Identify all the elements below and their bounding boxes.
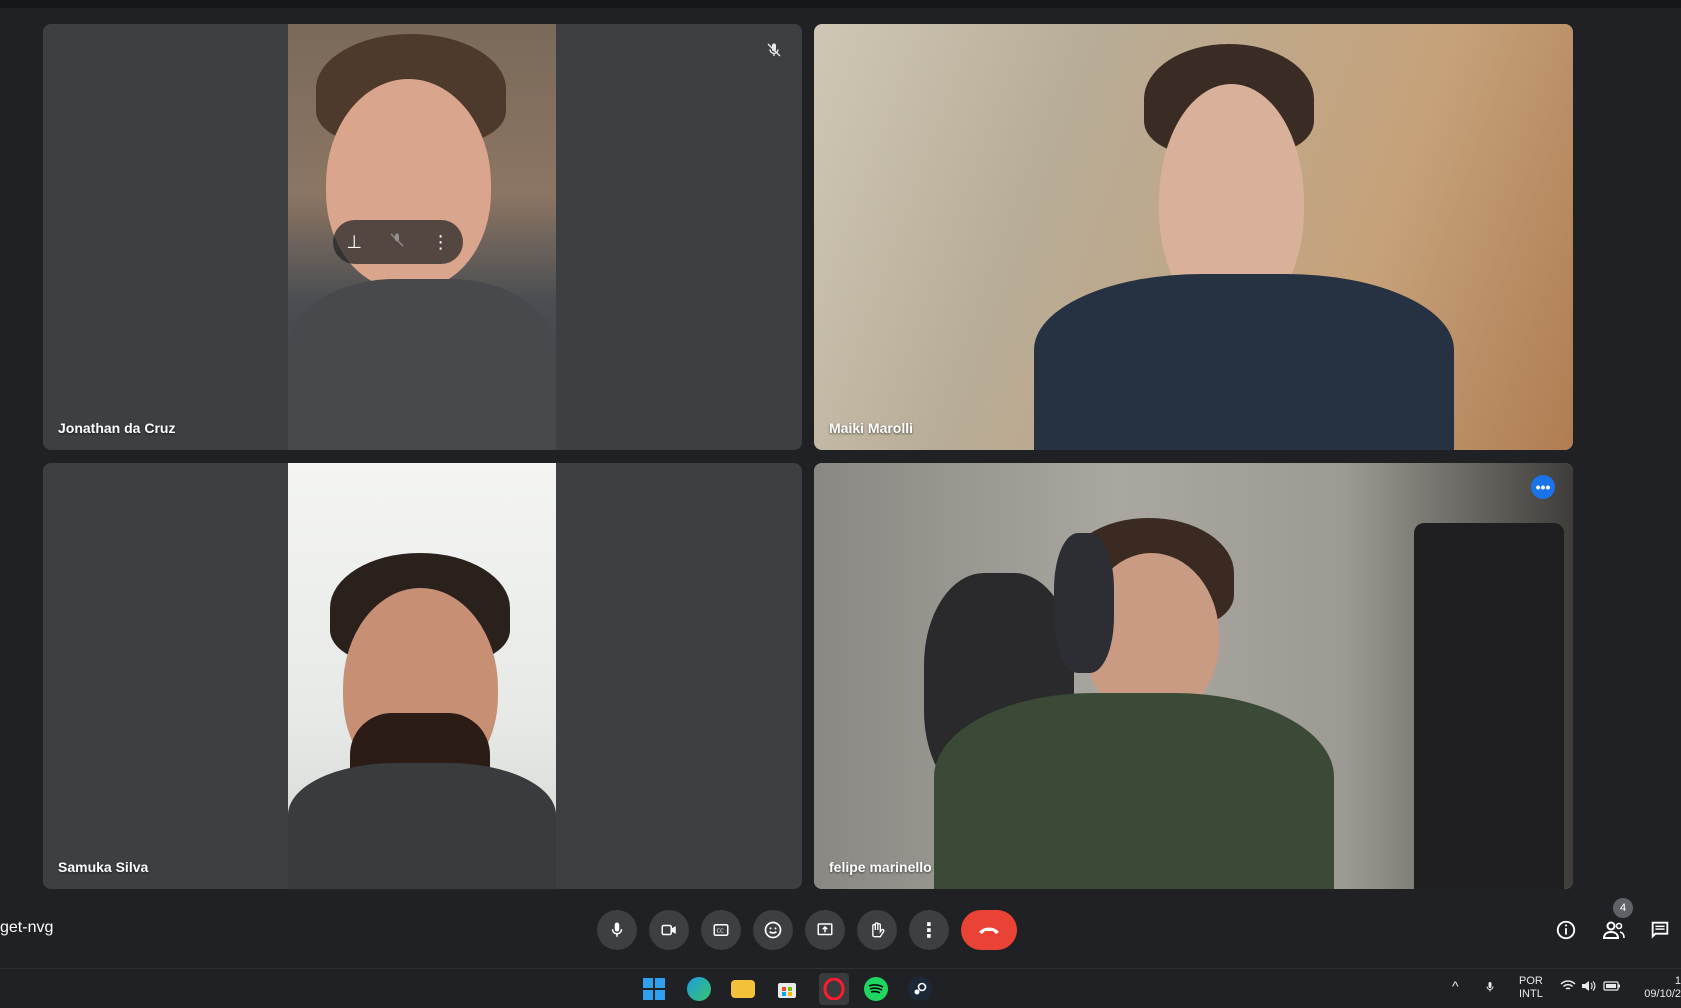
tile-more-options-icon[interactable]: ••• bbox=[1531, 475, 1555, 499]
participant-name: felipe marinello bbox=[829, 859, 932, 875]
chat-button[interactable] bbox=[1642, 910, 1678, 950]
keyboard-language[interactable]: POR INTL bbox=[1519, 975, 1543, 1001]
opera-browser-icon[interactable] bbox=[819, 973, 849, 1005]
participant-shirt bbox=[288, 279, 556, 450]
video-feed bbox=[288, 463, 556, 889]
more-options-button[interactable]: ⋮ bbox=[909, 910, 949, 950]
pin-icon[interactable]: ⊥ bbox=[346, 232, 362, 253]
store-icon[interactable] bbox=[775, 977, 799, 1001]
info-icon bbox=[1556, 920, 1576, 940]
tray-mic-icon[interactable] bbox=[1484, 979, 1496, 999]
participant-tile-felipe[interactable]: ••• felipe marinello bbox=[814, 463, 1573, 889]
raise-hand-icon bbox=[872, 922, 885, 938]
present-button[interactable] bbox=[805, 910, 845, 950]
edge-browser-icon[interactable] bbox=[687, 977, 711, 1001]
svg-text:CC: CC bbox=[717, 928, 725, 934]
participant-name: Maiki Marolli bbox=[829, 420, 914, 436]
tray-chevron-icon[interactable]: ^ bbox=[1452, 979, 1459, 993]
meeting-controls-bar: get-nvg CC ⋮ 4 bbox=[0, 898, 1681, 962]
people-icon bbox=[1602, 921, 1625, 939]
more-options-icon: ⋮ bbox=[919, 919, 939, 942]
participant-tile-jonathan[interactable]: ⊥ ⋮ Jonathan da Cruz bbox=[43, 24, 802, 450]
captions-button[interactable]: CC bbox=[701, 910, 741, 950]
mic-button[interactable] bbox=[597, 910, 637, 950]
mic-icon bbox=[611, 922, 623, 937]
window-top-strip bbox=[0, 0, 1681, 8]
people-count-badge: 4 bbox=[1613, 898, 1633, 918]
tile-hover-toolbar: ⊥ ⋮ bbox=[333, 220, 463, 264]
muted-mic-icon bbox=[762, 38, 786, 62]
keyboard-layout: INTL bbox=[1519, 988, 1543, 1000]
clock[interactable]: 1 09/10/2 bbox=[1640, 975, 1681, 1001]
participant-tile-samuka[interactable]: Samuka Silva bbox=[43, 463, 802, 889]
video-feed bbox=[814, 24, 1573, 450]
clock-time: 1 bbox=[1674, 975, 1681, 987]
os-taskbar: ^ POR INTL 1 09/10/2 bbox=[0, 968, 1681, 1008]
language-code: POR bbox=[1519, 975, 1543, 987]
present-screen-icon bbox=[817, 923, 833, 936]
windows-start-icon[interactable] bbox=[642, 977, 666, 1001]
video-feed bbox=[814, 463, 1573, 889]
monitor bbox=[1414, 523, 1564, 889]
meeting-code: get-nvg bbox=[0, 919, 54, 936]
participant-name: Jonathan da Cruz bbox=[58, 420, 176, 436]
file-explorer-icon[interactable] bbox=[731, 980, 755, 998]
emoji-icon bbox=[764, 921, 782, 939]
chat-icon bbox=[1651, 921, 1669, 939]
steam-icon[interactable] bbox=[908, 977, 932, 1001]
camera-button[interactable] bbox=[649, 910, 689, 950]
participant-jacket bbox=[288, 763, 556, 889]
participant-tile-maiki[interactable]: Maiki Marolli bbox=[814, 24, 1573, 450]
wifi-icon[interactable] bbox=[1560, 980, 1576, 996]
tile-more-options-icon[interactable]: ⋮ bbox=[432, 232, 450, 253]
participant-name: Samuka Silva bbox=[58, 859, 149, 875]
meeting-info-button[interactable] bbox=[1546, 910, 1586, 950]
battery-icon[interactable] bbox=[1603, 980, 1621, 996]
headset bbox=[1054, 533, 1114, 673]
spotify-icon[interactable] bbox=[864, 977, 888, 1001]
end-call-button[interactable] bbox=[961, 910, 1017, 950]
camera-icon bbox=[661, 924, 676, 936]
clock-date: 09/10/2 bbox=[1644, 988, 1681, 1000]
volume-icon[interactable] bbox=[1581, 980, 1597, 996]
emoji-button[interactable] bbox=[753, 910, 793, 950]
participant-shirt bbox=[934, 693, 1334, 889]
mute-participant-icon[interactable] bbox=[389, 232, 405, 253]
participant-shirt bbox=[1034, 274, 1454, 450]
captions-icon: CC bbox=[713, 924, 729, 936]
raise-hand-button[interactable] bbox=[857, 910, 897, 950]
end-call-icon bbox=[979, 927, 999, 934]
